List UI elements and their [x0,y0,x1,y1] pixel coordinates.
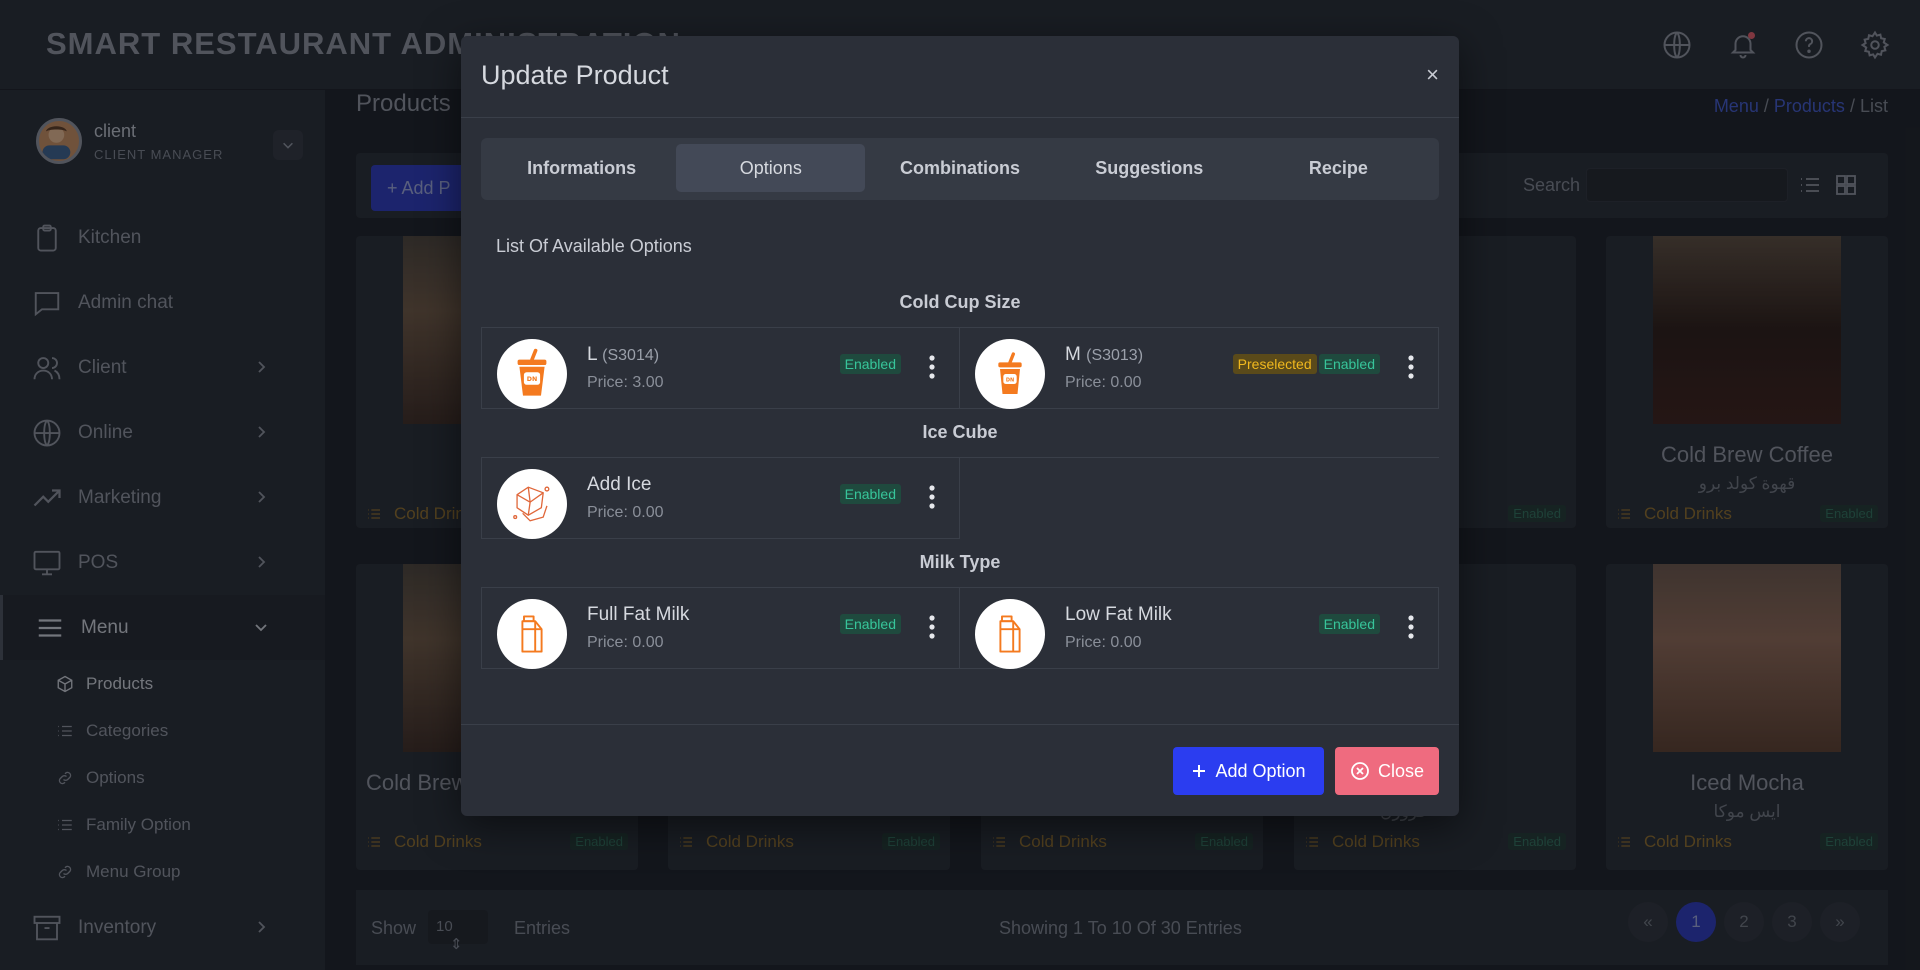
option-row: DN L (S3014) Price: 3.00 Enabled DN M (S… [481,327,1439,409]
option-name: Add Ice [587,474,652,495]
tab-options[interactable]: Options [676,144,866,192]
tab-combinations[interactable]: Combinations [865,144,1054,192]
tab-informations[interactable]: Informations [487,144,676,192]
option-code: (S3014) [602,347,660,364]
option-price: Price: 3.00 [587,374,664,391]
option-code: (S3013) [1086,347,1144,364]
modal-tabs: Informations Options Combinations Sugges… [481,138,1439,200]
cup-large-icon: DN [497,339,567,409]
option-item: Full Fat Milk Price: 0.00 Enabled [481,587,960,669]
options-list-title: List Of Available Options [496,236,692,256]
update-product-modal: Update Product × Informations Options Co… [461,36,1459,816]
tab-recipe[interactable]: Recipe [1244,144,1433,192]
option-group-title: Milk Type [919,552,1001,572]
ice-cube-icon [497,469,567,539]
option-price: Price: 0.00 [1065,374,1142,391]
option-item: Add Ice Price: 0.00 Enabled [481,457,960,539]
option-row: Full Fat Milk Price: 0.00 Enabled Low Fa… [481,587,1439,669]
milk-carton-icon [975,599,1045,669]
close-circle-icon [1351,762,1369,780]
option-group-title: Ice Cube [922,422,998,442]
preselected-badge: Preselected [1232,354,1317,374]
option-row: Add Ice Price: 0.00 Enabled [481,457,1439,539]
close-label: Close [1377,760,1425,781]
option-name: L [587,344,597,365]
modal-header: Update Product × [461,36,1459,118]
option-name: Low Fat Milk [1065,604,1172,625]
option-name: M [1065,344,1081,365]
option-item: Low Fat Milk Price: 0.00 Enabled [960,587,1439,669]
modal-footer: Add Option Close [461,724,1459,816]
add-option-label: Add Option [1215,760,1306,781]
option-name: Full Fat Milk [587,604,690,625]
empty-option-slot [960,457,1439,539]
enabled-badge: Enabled [839,354,901,374]
enabled-badge: Enabled [839,614,901,634]
plus-icon [1193,765,1206,777]
kebab-menu-icon[interactable] [929,354,935,380]
enabled-badge: Enabled [839,484,901,504]
milk-carton-icon [497,599,567,669]
svg-text:DN: DN [1006,378,1014,384]
close-button[interactable]: Close [1335,747,1439,795]
tab-suggestions[interactable]: Suggestions [1055,144,1244,192]
option-price: Price: 0.00 [1065,634,1142,651]
option-price: Price: 0.00 [587,504,664,521]
cup-medium-icon: DN [975,339,1045,409]
kebab-menu-icon[interactable] [929,614,935,640]
option-item: DN M (S3013) Price: 0.00 Preselected Ena… [960,327,1439,409]
add-option-button[interactable]: Add Option [1173,747,1324,795]
kebab-menu-icon[interactable] [929,484,935,510]
enabled-badge: Enabled [1318,354,1380,374]
option-group-title: Cold Cup Size [899,292,1021,312]
svg-text:DN: DN [527,376,538,383]
option-item: DN L (S3014) Price: 3.00 Enabled [481,327,960,409]
enabled-badge: Enabled [1318,614,1380,634]
modal-title: Update Product [481,60,669,90]
close-icon[interactable]: × [1426,62,1439,88]
kebab-menu-icon[interactable] [1408,354,1414,380]
kebab-menu-icon[interactable] [1408,614,1414,640]
option-price: Price: 0.00 [587,634,664,651]
